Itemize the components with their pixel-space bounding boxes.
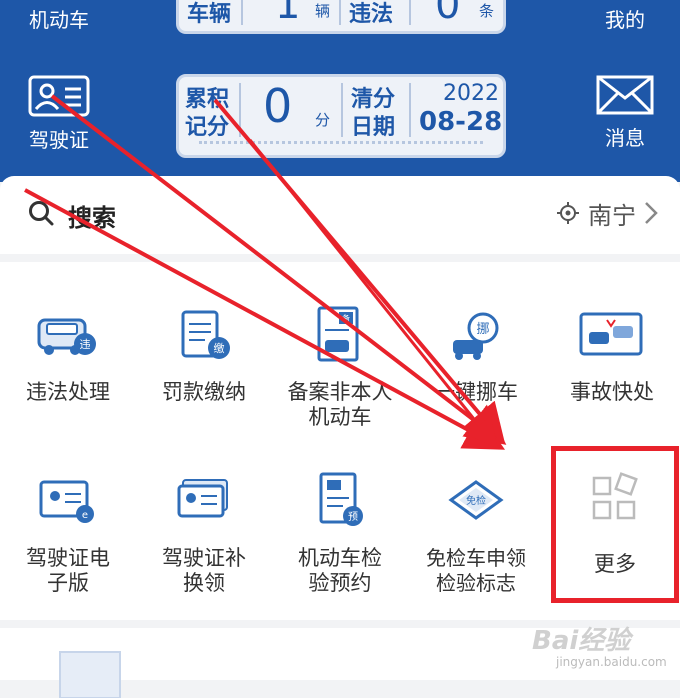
svg-text:缴: 缴 [214,341,225,355]
service-license-renew[interactable]: 驾驶证补换领 [136,472,272,596]
message-tab-label: 消息 [605,126,645,150]
service-label: 违法处理 [26,380,110,404]
license-row: 驾驶证 累积 记分 0 分 清分 日期 2022 08-28 消息 [0,50,680,170]
vehicle-tab-label: 机动车 [29,8,89,32]
clear-date: 08-28 [419,107,503,137]
vehicle-unit: 辆 [315,2,331,20]
service-e-license[interactable]: e 驾驶证电子版 [0,472,136,596]
register-vehicle-icon: 备 [317,306,359,362]
e-license-icon: e [39,480,94,523]
car-violation-icon: 违 [37,318,96,355]
location-name: 南宁 [588,201,636,230]
license-tab[interactable]: 驾驶证 [14,74,104,153]
violation-label: 违法 [349,2,394,27]
divider [239,83,241,137]
service-label: 驾驶证电子版 [26,546,110,595]
document-icon [59,651,121,698]
points-label-2: 记分 [185,115,230,140]
service-label: 机动车检验预约 [298,546,382,595]
service-inspection-booking[interactable]: 预 机动车检验预约 [272,472,408,596]
panel-dots [199,141,483,149]
clear-label-2: 日期 [351,115,396,140]
license-renew-icon [177,479,228,518]
service-fine-payment[interactable]: 缴 罚款缴纳 [136,306,272,405]
vehicle-violation-panel[interactable]: 车辆 1 辆 违法 0 条 [176,0,506,34]
vehicle-row: 机动车 车辆 1 辆 违法 0 条 我的 [0,0,680,50]
service-label: 免检车申领检验标志 [426,546,526,595]
divider [409,83,411,137]
envelope-icon [596,75,654,115]
svg-text:e: e [82,510,88,521]
search-bar[interactable]: 搜索 南宁 [0,176,680,254]
chevron-right-icon [645,202,658,224]
service-label: 驾驶证补换领 [162,546,246,595]
service-label: 一键挪车 [434,380,518,404]
service-move-car[interactable]: 挪 一键挪车 [408,306,544,405]
accident-icon [579,312,643,356]
divider [409,0,411,25]
svg-text:备: 备 [342,313,350,323]
svg-text:预: 预 [348,511,358,523]
svg-text:免检: 免检 [466,494,486,507]
points-value: 0 [263,79,293,133]
fine-payment-icon: 缴 [181,310,230,359]
service-register-vehicle[interactable]: 备 备案非本人机动车 [272,306,408,430]
profile-tab[interactable]: 我的 [580,4,670,33]
violation-unit: 条 [479,2,495,20]
move-car-icon: 挪 [453,312,499,360]
exempt-sticker-icon: 免检 [448,480,504,520]
vehicle-tab[interactable]: 机动车 [14,4,104,33]
watermark-url: jingyan.baidu.com [556,655,667,669]
search-icon [29,201,54,226]
profile-tab-label: 我的 [605,8,645,32]
vehicle-count: 1 [275,0,301,28]
service-exempt-sticker[interactable]: 免检 免检车申领检验标志 [408,472,544,596]
points-unit: 分 [315,111,331,129]
watermark: Bai经验 [532,626,631,656]
service-label: 事故快处 [570,380,654,404]
points-panel[interactable]: 累积 记分 0 分 清分 日期 2022 08-28 [176,74,506,158]
divider [341,83,343,137]
service-label: 罚款缴纳 [162,380,246,404]
service-label: 备案非本人机动车 [287,380,393,429]
license-tab-label: 驾驶证 [29,128,89,152]
svg-text:违: 违 [80,338,91,351]
message-tab[interactable]: 消息 [580,74,670,151]
highlight-box [551,446,679,603]
divider [241,0,243,25]
violation-count: 0 [435,0,461,28]
clear-year: 2022 [443,81,499,106]
service-violation[interactable]: 违 违法处理 [0,306,136,405]
id-card-icon [28,75,90,117]
locate-icon [557,202,579,224]
svg-text:挪: 挪 [476,322,489,337]
inspection-booking-icon: 预 [319,472,363,526]
service-accident[interactable]: 事故快处 [544,306,680,405]
search-input[interactable]: 搜索 [68,198,116,233]
header-banner: 机动车 车辆 1 辆 违法 0 条 我的 驾驶证 累积 记分 0 分 清分 日期… [0,0,680,182]
location-selector[interactable]: 南宁 [556,196,658,230]
divider [339,0,341,25]
vehicle-label: 车辆 [187,2,232,27]
